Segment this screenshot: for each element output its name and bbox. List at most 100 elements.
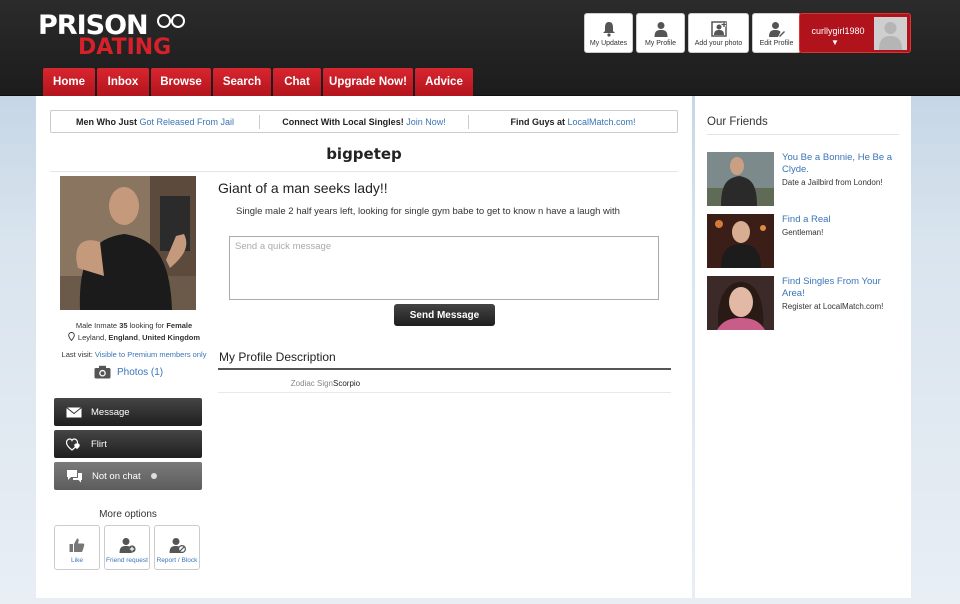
user-menu[interactable]: curllygirl1980 ▼: [799, 13, 911, 53]
last-visit-label: Last visit:: [61, 350, 95, 359]
chat-status-label: Not on chat: [92, 470, 141, 482]
chat-status-button[interactable]: Not on chat: [54, 462, 202, 490]
my-updates-label: My Updates: [589, 40, 628, 47]
my-profile-button[interactable]: My Profile: [636, 13, 685, 53]
nav-advice[interactable]: Advice: [415, 68, 473, 96]
like-button[interactable]: Like: [54, 525, 100, 570]
quick-message-input[interactable]: [229, 236, 659, 300]
my-updates-button[interactable]: My Updates: [584, 13, 633, 53]
friend-ad-photo: [707, 152, 774, 206]
main-nav: Home Inbox Browse Search Chat Upgrade No…: [43, 68, 473, 96]
profile-description: Single male 2 half years left, looking f…: [236, 206, 620, 217]
handcuffs-icon: [157, 14, 185, 28]
avatar: [874, 17, 907, 50]
like-label: Like: [71, 557, 83, 564]
edit-profile-icon: [768, 22, 785, 37]
friend-ad-title[interactable]: Find a Real: [782, 214, 900, 226]
friend-ad-subtitle: Date a Jailbird from London!: [782, 178, 883, 187]
friend-ad[interactable]: Find Singles From Your Area! Register at…: [707, 276, 903, 332]
photos-label[interactable]: Photos (1): [117, 367, 163, 378]
site-logo[interactable]: PRISON DATING: [38, 10, 188, 60]
promo-item-released: Men Who Just Got Released From Jail: [51, 117, 259, 127]
top-buttons: My Updates My Profile Add your photo Edi…: [584, 13, 801, 53]
report-block-label: Report / Block: [156, 557, 198, 564]
zodiac-row: Zodiac Sign Scorpio: [218, 376, 671, 393]
friend-ad-title[interactable]: Find Singles From Your Area!: [782, 276, 900, 300]
profile-username: bigpetep: [326, 145, 402, 163]
edit-profile-button[interactable]: Edit Profile: [752, 13, 801, 53]
divider: [218, 368, 671, 370]
user-name: curllygirl1980: [811, 26, 865, 36]
block-user-icon: [169, 538, 186, 553]
more-options: Like Friend request Report / Block: [54, 525, 200, 570]
promo-item-guys: Find Guys at LocalMatch.com!: [469, 117, 677, 127]
avatar-placeholder-icon: [879, 22, 902, 50]
add-photo-button[interactable]: Add your photo: [688, 13, 749, 53]
edit-profile-label: Edit Profile: [759, 40, 794, 47]
friend-ad[interactable]: You Be a Bonnie, He Be a Clyde. Date a J…: [707, 152, 903, 208]
location-country: United Kingdom: [142, 333, 201, 342]
photos-link[interactable]: Photos (1): [94, 365, 163, 379]
my-profile-label: My Profile: [644, 40, 677, 47]
zodiac-value: Scorpio: [333, 379, 361, 388]
profile-info: Male Inmate 35 looking for Female: [50, 321, 218, 330]
friend-request-label: Friend request: [106, 557, 148, 564]
friend-ad-title[interactable]: You Be a Bonnie, He Be a Clyde.: [782, 152, 900, 176]
nav-search[interactable]: Search: [213, 68, 271, 96]
friends-title: Our Friends: [707, 116, 768, 128]
thumbs-up-icon: [69, 538, 85, 552]
promo-item-local: Connect With Local Singles! Join Now!: [260, 117, 468, 127]
promo-text: Find Guys at: [510, 116, 568, 127]
promo-link-released[interactable]: Got Released From Jail: [139, 117, 234, 127]
nav-chat[interactable]: Chat: [273, 68, 321, 96]
send-message-button[interactable]: Send Message: [394, 304, 495, 326]
friend-ad-image[interactable]: [707, 214, 774, 268]
friend-ad-image[interactable]: [707, 152, 774, 206]
nav-browse[interactable]: Browse: [151, 68, 211, 96]
profile-age: 35: [119, 321, 128, 330]
profile-seeking: Female: [166, 321, 193, 330]
nav-upgrade[interactable]: Upgrade Now!: [323, 68, 413, 96]
divider: [50, 171, 678, 172]
promo-text: Men Who Just: [75, 116, 140, 127]
friends-panel: Our Friends You Be a Bonnie, He Be a Cly…: [695, 96, 911, 598]
flirt-label: Flirt: [91, 438, 107, 450]
friend-request-button[interactable]: Friend request: [104, 525, 150, 570]
friend-ad-photo: [707, 214, 774, 268]
location-pin-icon: [68, 332, 75, 342]
message-button[interactable]: Message: [54, 398, 202, 426]
divider: [707, 134, 899, 135]
logo-text-dating: DATING: [78, 35, 172, 60]
promo-link-localmatch[interactable]: LocalMatch.com!: [567, 117, 635, 127]
nav-home[interactable]: Home: [43, 68, 95, 96]
profile-photo-image: [60, 176, 196, 310]
location-city: Leyland,: [77, 333, 109, 342]
profile-main: Men Who Just Got Released From Jail Conn…: [36, 96, 692, 598]
profile-gender: Male Inmate: [75, 321, 120, 330]
zodiac-label: Zodiac Sign: [290, 379, 333, 388]
friend-ad-subtitle: Register at LocalMatch.com!: [782, 302, 884, 311]
friend-ad-subtitle: Gentleman!: [782, 228, 824, 237]
flirt-button[interactable]: Flirt: [54, 430, 202, 458]
last-visit-link[interactable]: Visible to Premium members only: [95, 350, 207, 359]
friend-ad[interactable]: Find a Real Gentleman!: [707, 214, 903, 270]
more-options-label: More options: [99, 509, 157, 520]
chevron-down-icon: ▼: [831, 38, 839, 47]
promo-link-join[interactable]: Join Now!: [406, 117, 446, 127]
message-label: Message: [91, 406, 130, 418]
profile-looking-for: looking for: [127, 321, 167, 330]
last-visit: Last visit: Visible to Premium members o…: [50, 350, 218, 359]
friend-ad-photo: [707, 276, 774, 330]
report-block-button[interactable]: Report / Block: [154, 525, 200, 570]
friend-ad-image[interactable]: [707, 276, 774, 330]
location-region: England: [108, 333, 138, 342]
chat-bubbles-icon: [67, 470, 82, 483]
nav-inbox[interactable]: Inbox: [97, 68, 149, 96]
envelope-icon: [66, 406, 82, 417]
camera-icon: [94, 365, 111, 379]
profile-photo[interactable]: [60, 176, 196, 310]
offline-status-dot: [150, 473, 157, 479]
hearts-icon: [66, 437, 80, 451]
person-icon: [654, 22, 667, 37]
header: PRISON DATING My Updates My Profile Add …: [0, 0, 960, 96]
